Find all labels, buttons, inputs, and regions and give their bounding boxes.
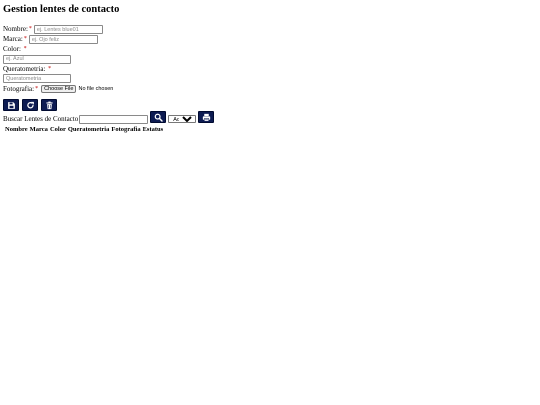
- search-button[interactable]: [150, 111, 167, 123]
- page-container: Gestion lentes de contacto Nombre: * Mar…: [3, 4, 533, 133]
- marca-label: Marca:: [3, 35, 23, 43]
- color-row: Color: *: [3, 45, 533, 64]
- color-required-mark: *: [23, 46, 27, 52]
- column-header-nombre: Nombre: [5, 126, 28, 133]
- nombre-label: Nombre:: [3, 25, 28, 33]
- column-header-color: Color: [49, 126, 66, 133]
- trash-icon: [45, 101, 53, 109]
- page-title: Gestion lentes de contacto: [3, 4, 120, 15]
- search-icon: [154, 113, 163, 122]
- queratometria-required-mark: *: [48, 65, 52, 72]
- search-label: Buscar Lentes de Contacto: [3, 115, 79, 123]
- print-icon: [202, 113, 210, 121]
- color-label: Color:: [3, 45, 21, 53]
- save-button[interactable]: [3, 99, 19, 111]
- marca-required-mark: *: [23, 36, 27, 42]
- fotografia-row: Fotografia: * Choose File No file chosen: [3, 84, 533, 94]
- queratometria-input[interactable]: [3, 74, 71, 83]
- fotografia-required-mark: *: [35, 85, 39, 92]
- lenses-table: Nombre Marca Color Queratometria Fotogra…: [4, 126, 164, 133]
- marca-row: Marca: *: [3, 35, 533, 44]
- file-status-text: No file chosen: [78, 85, 114, 92]
- save-icon: [7, 101, 15, 109]
- column-header-marca: Marca: [29, 126, 48, 133]
- queratometria-label: Queratometria:: [3, 64, 46, 73]
- reset-button[interactable]: [22, 99, 38, 111]
- redo-icon: [26, 101, 34, 108]
- table-header-row: Nombre Marca Color Queratometria Fotogra…: [4, 126, 164, 133]
- choose-file-button[interactable]: Choose File: [41, 85, 77, 93]
- search-bar: Buscar Lentes de Contacto Activo: [3, 111, 533, 126]
- action-toolbar: [3, 99, 533, 111]
- column-header-estatus: Estatus: [142, 126, 164, 133]
- lens-form: Nombre: * Marca: * Color: * Queratometri…: [3, 25, 533, 94]
- nombre-row: Nombre: *: [3, 25, 533, 34]
- column-header-fotografia: Fotografia: [111, 126, 141, 133]
- delete-button[interactable]: [41, 99, 57, 111]
- queratometria-row: Queratometria: *: [3, 64, 533, 83]
- status-select[interactable]: Activo: [168, 115, 197, 123]
- nombre-input[interactable]: [33, 25, 103, 34]
- fotografia-label: Fotografia:: [3, 84, 35, 93]
- marca-input[interactable]: [28, 35, 98, 44]
- nombre-required-mark: *: [28, 26, 32, 32]
- color-input[interactable]: [3, 54, 71, 64]
- column-header-queratometria: Queratometria: [67, 126, 110, 133]
- print-button[interactable]: [198, 111, 215, 123]
- search-input[interactable]: [79, 114, 149, 124]
